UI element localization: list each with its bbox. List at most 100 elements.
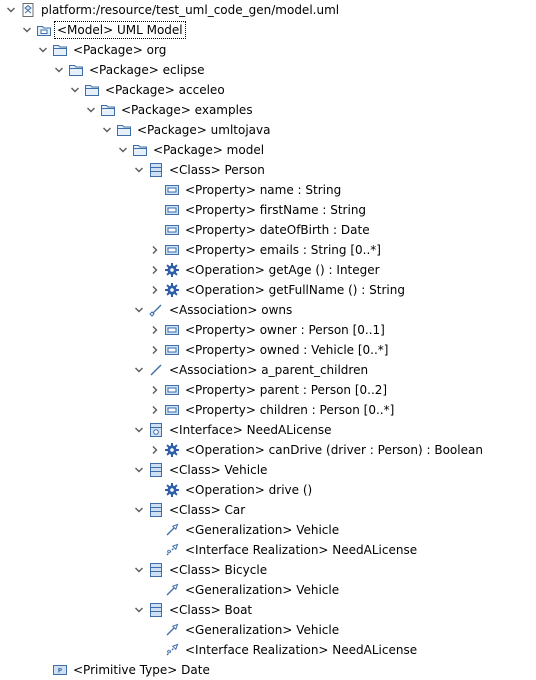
class-icon [148,462,164,478]
tree-item[interactable]: <Class> Car [0,500,536,520]
property-icon [164,342,180,358]
property-icon [164,182,180,198]
chevron-right-icon[interactable] [149,384,161,396]
tree-item[interactable]: <Generalization> Vehicle [0,580,536,600]
tree-item-label: <Class> Car [169,503,246,517]
tree-item[interactable]: <Property> emails : String [0..*] [0,240,536,260]
tree-item[interactable]: <Class> Person [0,160,536,180]
chevron-down-icon[interactable] [85,104,97,116]
tree-item[interactable]: <Package> eclipse [0,60,536,80]
package-icon [52,42,68,58]
tree-item-label: <Package> acceleo [105,83,225,97]
tree-item[interactable]: <Interface Realization> NeedALicense [0,640,536,660]
chevron-down-icon[interactable] [69,84,81,96]
tree-item-label: <Generalization> Vehicle [185,583,340,597]
tree-item[interactable]: <Generalization> Vehicle [0,620,536,640]
tree-item[interactable]: <Class> Vehicle [0,460,536,480]
chevron-right-icon[interactable] [149,284,161,296]
tree-item[interactable]: <Package> org [0,40,536,60]
tree-item-label: <Primitive Type> Date [73,663,210,677]
chevron-down-icon[interactable] [133,164,145,176]
chevron-down-icon[interactable] [101,124,113,136]
tree-item[interactable]: <Package> umltojava [0,120,536,140]
chevron-down-icon[interactable] [133,604,145,616]
tree-item[interactable]: <Property> parent : Person [0..2] [0,380,536,400]
class-icon [148,502,164,518]
tree-item[interactable]: <Operation> drive () [0,480,536,500]
tree-item[interactable]: <Operation> getAge () : Integer [0,260,536,280]
tree-item[interactable]: <Property> owned : Vehicle [0..*] [0,340,536,360]
tree-item[interactable]: <Package> acceleo [0,80,536,100]
association-icon [148,302,164,318]
tree-item[interactable]: <Package> examples [0,100,536,120]
tree-item[interactable]: <Property> children : Person [0..*] [0,400,536,420]
tree-item-label: <Interface> NeedALicense [169,423,332,437]
tree-item-label: <Class> Boat [169,603,253,617]
tree-item-label: <Class> Vehicle [169,463,268,477]
chevron-down-icon[interactable] [133,364,145,376]
tree-item-label: <Property> emails : String [0..*] [185,243,381,257]
chevron-down-icon[interactable] [133,304,145,316]
tree-item-label: <Generalization> Vehicle [185,523,340,537]
tree-item[interactable]: <Package> model [0,140,536,160]
tree-item-label: <Operation> canDrive (driver : Person) :… [185,443,483,457]
chevron-down-icon[interactable] [133,504,145,516]
tree-item-label: <Property> firstName : String [185,203,367,217]
tree-item[interactable]: <Property> firstName : String [0,200,536,220]
chevron-down-icon[interactable] [133,464,145,476]
tree-item[interactable]: <Model> UML Model [0,20,536,40]
tree-item[interactable]: <Property> dateOfBirth : Date [0,220,536,240]
tree-item-label: <Package> model [153,143,265,157]
tree-item[interactable]: <Interface> NeedALicense [0,420,536,440]
tree-item-label: <Model> UML Model [54,21,186,39]
property-icon [164,222,180,238]
property-icon [164,382,180,398]
tree-item[interactable]: <Property> owner : Person [0..1] [0,320,536,340]
tree-item-label: <Class> Person [169,163,265,177]
chevron-down-icon[interactable] [53,64,65,76]
chevron-right-icon[interactable] [149,264,161,276]
tree-item[interactable]: <Association> a_parent_children [0,360,536,380]
tree-item[interactable]: <Association> owns [0,300,536,320]
tree-item[interactable]: platform:/resource/test_uml_code_gen/mod… [0,0,536,20]
operation-icon [164,482,180,498]
chevron-down-icon[interactable] [117,144,129,156]
chevron-down-icon[interactable] [133,564,145,576]
tree-item-label: <Property> children : Person [0..*] [185,403,395,417]
package-icon [100,102,116,118]
chevron-right-icon[interactable] [149,444,161,456]
chevron-right-icon[interactable] [149,404,161,416]
tree-item-label: <Operation> getAge () : Integer [185,263,380,277]
chevron-down-icon[interactable] [5,4,17,16]
tree-item[interactable]: <Class> Bicycle [0,560,536,580]
property-icon [164,242,180,258]
tree-item[interactable]: <Generalization> Vehicle [0,520,536,540]
association-line-icon [148,362,164,378]
tree-item[interactable]: <Interface Realization> NeedALicense [0,540,536,560]
chevron-down-icon[interactable] [37,44,49,56]
tree-item[interactable]: <Operation> getFullName () : String [0,280,536,300]
chevron-right-icon[interactable] [149,324,161,336]
tree-item-label: <Property> owner : Person [0..1] [185,323,385,337]
generalization-icon [164,622,180,638]
tree-item-label: <Package> eclipse [89,63,205,77]
interface-realization-icon [164,642,180,658]
package-icon [116,122,132,138]
chevron-down-icon[interactable] [21,24,33,36]
tree-item[interactable]: P <Primitive Type> Date [0,660,536,680]
chevron-down-icon[interactable] [133,424,145,436]
tree-item-label: <Association> a_parent_children [169,363,369,377]
operation-icon [164,442,180,458]
tree-item-label: <Generalization> Vehicle [185,623,340,637]
package-icon [84,82,100,98]
chevron-right-icon[interactable] [149,344,161,356]
tree-item[interactable]: <Property> name : String [0,180,536,200]
property-icon [164,322,180,338]
tree-item[interactable]: <Operation> canDrive (driver : Person) :… [0,440,536,460]
class-icon [148,602,164,618]
tree-item[interactable]: <Class> Boat [0,600,536,620]
tree-item-label: <Association> owns [169,303,293,317]
resource-icon [20,2,36,18]
chevron-right-icon[interactable] [149,244,161,256]
tree-item-label: <Property> owned : Vehicle [0..*] [185,343,389,357]
